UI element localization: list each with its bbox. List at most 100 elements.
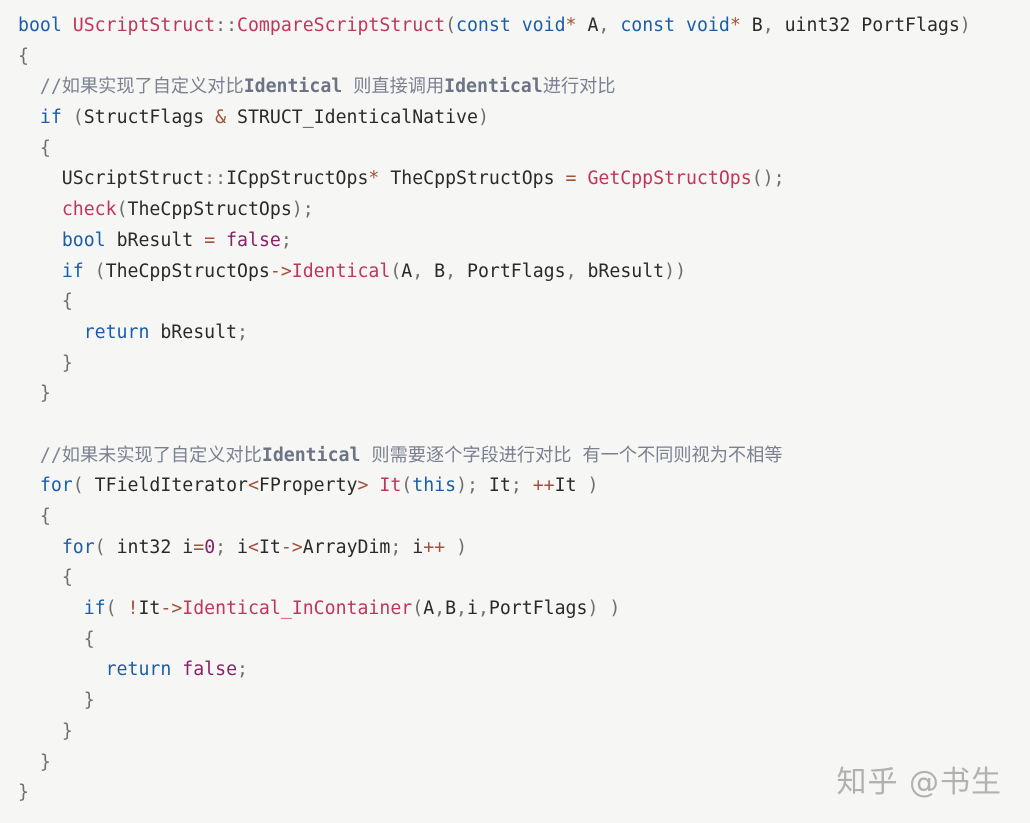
- code-token: const: [620, 15, 676, 36]
- code-token: >: [357, 475, 369, 497]
- code-token: bResult: [149, 321, 238, 343]
- code-token: PortFlags: [488, 598, 588, 620]
- code-token: );: [291, 199, 314, 221]
- code-line: bool UScriptStruct::CompareScriptStruct(…: [18, 11, 1018, 42]
- code-token: It: [379, 475, 402, 497]
- code-token: ->: [280, 536, 303, 558]
- code-token: (: [72, 475, 84, 497]
- code-token: *: [565, 15, 577, 36]
- code-token: GetCppStructOps: [587, 168, 752, 190]
- code-token: It: [477, 475, 511, 497]
- code-token: uint32 PortFlags: [773, 15, 960, 36]
- code-token: STRUCT_IdenticalNative: [226, 107, 478, 129]
- code-token: );: [456, 475, 478, 497]
- code-token: ;: [390, 536, 402, 558]
- code-token: <: [248, 536, 259, 558]
- code-token: (: [412, 598, 424, 620]
- code-token: (: [445, 15, 457, 36]
- code-token: A: [401, 260, 413, 282]
- code-token: TheCppStructOps: [127, 199, 292, 221]
- code-token: =: [204, 229, 216, 251]
- code-token: ,: [477, 598, 489, 620]
- code-token: ICppStructOps: [226, 168, 369, 190]
- code-line: if( !It->Identical_InContainer(A,B,i,Por…: [18, 594, 1018, 625]
- code-token: ;: [510, 475, 522, 497]
- code-line: check(TheCppStructOps);: [18, 195, 1018, 226]
- code-token: ;: [237, 321, 248, 343]
- code-token: &: [215, 107, 227, 129]
- watermark: 知乎 @书生: [836, 765, 1002, 800]
- code-token: bool: [61, 229, 106, 251]
- code-token: ): [587, 598, 599, 620]
- code-line: //如果未实现了自定义对比Identical 则需要逐个字段进行对比 有一个不同…: [18, 441, 1018, 472]
- code-token: ->: [269, 260, 292, 282]
- code-token: ,: [412, 260, 424, 282]
- code-token: ,: [565, 260, 577, 282]
- code-token: this: [412, 475, 457, 497]
- code-token: *: [368, 168, 380, 190]
- code-line: {: [18, 625, 1018, 656]
- code-token: =: [193, 536, 205, 558]
- code-token: =: [565, 168, 577, 190]
- code-token: (: [116, 199, 128, 221]
- code-token: int32 i: [105, 536, 194, 558]
- code-token: ArrayDim: [302, 536, 391, 558]
- code-token: TFieldIterator: [83, 475, 248, 497]
- code-token: PortFlags: [456, 260, 566, 282]
- code-token: 0: [204, 536, 216, 558]
- code-token: ,: [456, 598, 467, 620]
- code-token: FProperty: [258, 475, 358, 497]
- code-token: Identical: [444, 76, 543, 98]
- code-token: Identical: [291, 260, 391, 282]
- code-token: {: [18, 45, 29, 67]
- code-line: //如果实现了自定义对比Identical 则直接调用Identical进行对比: [18, 72, 1018, 103]
- code-token: B: [445, 598, 457, 620]
- code-token: void: [521, 15, 566, 36]
- code-token: bool: [18, 15, 62, 36]
- code-token: bResult: [576, 260, 665, 282]
- code-line: if (StructFlags & STRUCT_IdenticalNative…: [18, 103, 1018, 134]
- code-line: }: [18, 349, 1018, 380]
- code-token: It: [554, 475, 588, 497]
- code-token: return: [105, 659, 172, 681]
- code-token: ): [609, 598, 621, 620]
- code-token: Identical_InContainer: [182, 598, 413, 620]
- code-token: !: [127, 598, 139, 620]
- code-token: ,: [598, 15, 610, 36]
- code-token: //如果未实现了自定义对比: [39, 444, 262, 466]
- code-token: CompareScriptStruct: [237, 15, 446, 36]
- code-line: }: [18, 686, 1018, 717]
- code-token: 则需要逐个字段进行对比 有一个不同则视为不相等: [360, 444, 783, 466]
- code-line: for( int32 i=0; i<It->ArrayDim; i++ ): [18, 533, 1018, 564]
- code-token: StructFlags: [83, 107, 216, 129]
- code-token: Identical: [261, 444, 361, 466]
- code-token: false: [226, 229, 281, 251]
- code-token: if: [83, 598, 106, 620]
- code-token: ;: [215, 536, 227, 558]
- code-line: {: [18, 42, 1018, 73]
- code-token: (: [72, 107, 84, 129]
- code-token: i: [226, 536, 248, 558]
- code-token: ,: [434, 598, 446, 620]
- code-token: (: [94, 536, 106, 558]
